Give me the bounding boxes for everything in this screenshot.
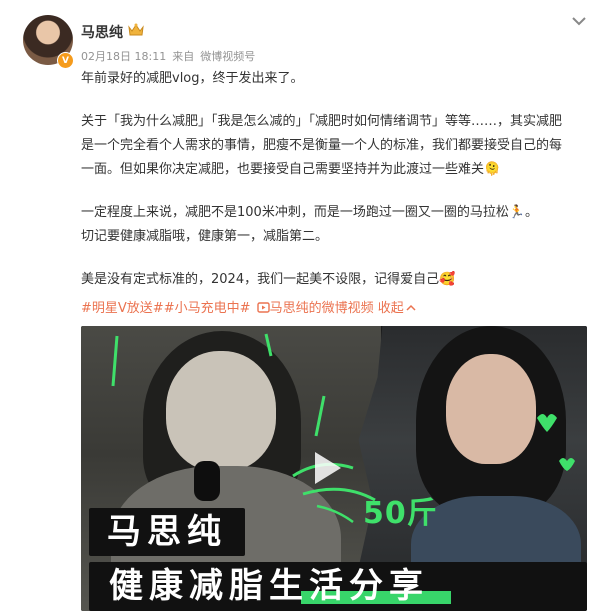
fold-label: 收起 [377,301,404,316]
video-title-name-text: 马思纯 [107,512,227,552]
video-link-icon [256,302,270,313]
post-tags: #明星V放送##小马充电中# 马思纯的微博视频 收起 [81,298,416,320]
post-paragraph: 切记要健康减脂哦，健康第一，减脂第二。 [81,229,329,244]
post-content: 年前录好的减肥vlog，终于发出来了。 关于「我为什么减肥」「我是怎么减的」「减… [81,67,571,292]
post-paragraph: 年前录好的减肥vlog，终于发出来了。 [81,71,304,86]
video-title-subtitle-text: 健康减脂生活分享 [109,566,429,606]
video-player[interactable]: 50斤 马思纯 健康减脂生活分享 [81,326,587,611]
post-paragraph: 美是没有定式标准的，2024，我们一起美不设限，记得爱自己🥰 [81,272,456,287]
post-meta: 02月18日 18:11 来自 微博视频号 [81,48,261,64]
video-title-subtitle: 健康减脂生活分享 [89,562,587,611]
chevron-down-icon[interactable] [570,14,588,28]
hashtag-link[interactable]: #小马充电中# [164,301,251,316]
video-title-name: 马思纯 [89,508,245,556]
crown-icon [128,23,144,36]
post-date[interactable]: 02月18日 18:11 [81,50,166,63]
username[interactable]: 马思纯 [81,22,123,42]
video-link[interactable]: 马思纯的微博视频 [270,301,374,316]
post-source[interactable]: 微博视频号 [200,50,255,63]
post-paragraph: 一定程度上来说，减肥不是100米冲刺，而是一场跑过一圈又一圈的马拉松🏃。 [81,205,538,220]
source-prefix: 来自 [172,50,195,63]
weight-loss-badge: 50斤 [363,496,438,531]
play-icon[interactable] [315,452,341,484]
fold-button[interactable]: 收起 [378,301,416,316]
hashtag-link[interactable]: #明星V放送# [81,301,164,316]
post-paragraph: 关于「我为什么减肥」「我是怎么减的」「减肥时如何情绪调节」等等……，其实减肥是一… [81,114,563,177]
verified-badge-icon: V [57,52,74,69]
chevron-up-icon [406,304,416,311]
